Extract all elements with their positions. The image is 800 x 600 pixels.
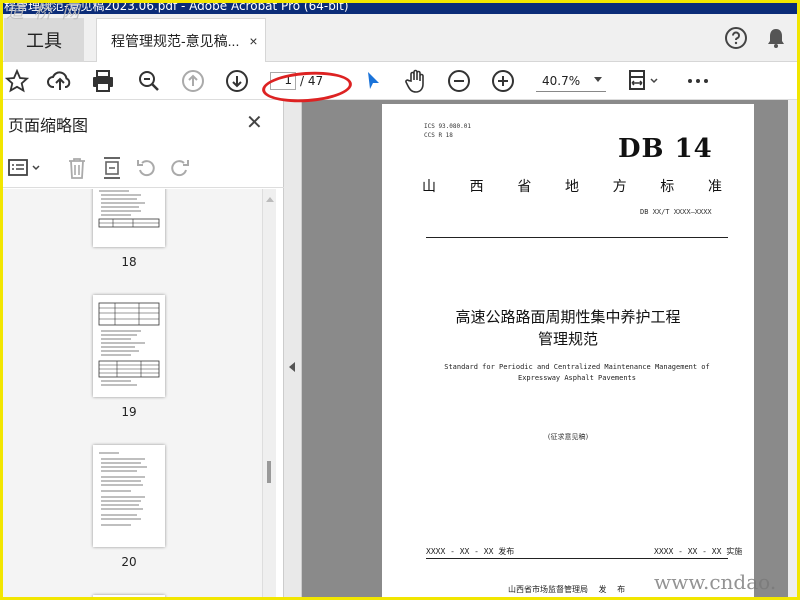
next-page-icon[interactable] (224, 68, 250, 94)
doc-title: 高速公路路面周期性集中养护工程 管理规范 (382, 306, 754, 350)
help-icon[interactable] (724, 26, 748, 50)
doc-issue-date: XXXX - XX - XX 发布 (426, 547, 515, 556)
zoom-in-icon[interactable] (490, 68, 516, 94)
doc-ics: ICS 93.080.01 (424, 123, 471, 130)
thumbnail-page-18[interactable] (93, 189, 165, 247)
panel-collapse-bar[interactable] (284, 100, 302, 600)
doc-english-title: Standard for Periodic and Centralized Ma… (412, 362, 742, 384)
document-viewer[interactable]: ICS 93.080.01 CCS R 18 DB 14 山 西 省 地 方 标… (302, 100, 800, 600)
doc-en-line1: Standard for Periodic and Centralized Ma… (444, 363, 710, 371)
doc-std-char: 山 (422, 179, 436, 195)
doc-title-line1: 高速公路路面周期性集中养护工程 (455, 308, 681, 326)
doc-std-char: 准 (707, 179, 722, 195)
zoom-value: 40.7% (542, 73, 581, 88)
document-page: ICS 93.080.01 CCS R 18 DB 14 山 西 省 地 方 标… (382, 104, 754, 600)
thumbnail-label-18: 18 (121, 255, 137, 269)
close-tab-icon[interactable]: × (249, 33, 257, 49)
zoom-select[interactable]: 40.7% (536, 70, 606, 92)
bell-icon[interactable] (764, 26, 788, 50)
main-toolbar: 1 / 47 40.7% (0, 62, 800, 100)
chevron-down-icon (594, 77, 602, 82)
close-panel-icon[interactable]: ✕ (246, 110, 263, 134)
thumbnail-page-next[interactable] (93, 595, 165, 600)
doc-publisher: 山西省市场监督管理局 发 布 (508, 585, 626, 594)
tab-document[interactable]: 程管理规范-意见稿... × (96, 18, 266, 62)
thumbnail-options-icon[interactable] (8, 156, 44, 180)
doc-draft-note: (征求意见稿) (547, 433, 589, 441)
watermark-top: 道 桥 网 (6, 2, 82, 23)
zoom-out-icon[interactable] (446, 68, 472, 94)
thumbnails-panel: 页面缩略图 ✕ 18 19 20 (0, 100, 284, 600)
more-icon[interactable] (686, 68, 710, 94)
fit-page-icon[interactable] (626, 68, 662, 94)
doc-title-line2: 管理规范 (537, 330, 598, 348)
thumbnail-list[interactable]: 18 19 20 (0, 189, 262, 600)
insert-page-icon[interactable] (100, 156, 124, 180)
viewer-scrollbar[interactable] (788, 100, 800, 600)
collapse-arrow-icon[interactable] (289, 362, 295, 372)
doc-rule-bottom (426, 558, 728, 559)
doc-code: DB XX/T XXXX—XXXX (640, 208, 712, 216)
doc-std-char: 方 (612, 179, 627, 195)
doc-standard-type: 山 西 省 地 方 标 准 (422, 176, 722, 196)
thumbnail-toolbar (0, 148, 284, 188)
zoom-search-icon[interactable] (136, 68, 162, 94)
thumbnail-page-20[interactable] (93, 445, 165, 547)
prev-page-icon[interactable] (180, 68, 206, 94)
thumbnail-scrollbar[interactable] (262, 189, 276, 600)
tab-bar: 工具 程管理规范-意见稿... × (0, 14, 800, 62)
doc-std-char: 标 (660, 179, 675, 195)
tab-document-label: 程管理规范-意见稿... (111, 32, 240, 49)
doc-implement-date: XXXX - XX - XX 实施 (654, 547, 743, 556)
doc-en-line2: Expressway Asphalt Pavements (517, 374, 636, 382)
thumbnail-label-19: 19 (121, 405, 137, 419)
delete-icon[interactable] (66, 156, 88, 180)
window-title-bar: 程管理规范-意见稿2023.06.pdf - Adobe Acrobat Pro… (0, 0, 800, 14)
doc-ccs: CCS R 18 (424, 132, 453, 139)
panel-title: 页面缩略图 (8, 118, 89, 135)
watermark-bottom: www.cndao. (654, 570, 777, 594)
doc-rule (426, 237, 728, 238)
tab-tools[interactable]: 工具 (4, 18, 84, 62)
scroll-up-arrow[interactable] (266, 197, 274, 202)
doc-db-mark: DB 14 (618, 134, 713, 164)
doc-std-char: 地 (564, 179, 579, 195)
doc-ics-ccs: ICS 93.080.01 CCS R 18 (424, 122, 471, 140)
thumbnail-page-19[interactable] (93, 295, 165, 397)
upload-icon[interactable] (46, 68, 74, 94)
hand-icon[interactable] (402, 68, 430, 94)
rotate-left-icon[interactable] (134, 156, 158, 180)
star-icon[interactable] (4, 68, 30, 94)
rotate-right-icon[interactable] (168, 156, 192, 180)
scroll-thumb[interactable] (267, 461, 271, 483)
print-icon[interactable] (90, 68, 116, 94)
doc-std-char: 西 (469, 179, 484, 195)
select-cursor-icon[interactable] (360, 68, 386, 94)
thumbnail-label-20: 20 (121, 555, 137, 569)
doc-std-char: 省 (517, 179, 532, 195)
